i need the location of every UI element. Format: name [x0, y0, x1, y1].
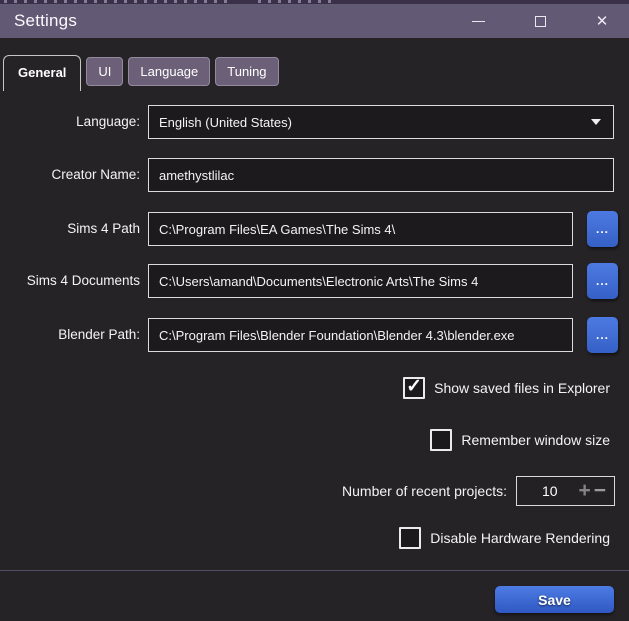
tab-tuning[interactable]: Tuning [215, 57, 279, 86]
language-label: Language: [76, 114, 140, 129]
sims4-documents-label: Sims 4 Documents [26, 273, 140, 288]
sims4-path-input[interactable] [148, 212, 573, 246]
background-text-remnant [4, 0, 229, 3]
sims4-path-label: Sims 4 Path [67, 221, 140, 236]
increment-icon[interactable]: + [578, 478, 590, 504]
show-saved-files-label: Show saved files in Explorer [434, 380, 610, 396]
window-title: Settings [14, 11, 78, 30]
language-select[interactable]: English (United States) [148, 105, 614, 139]
recent-projects-value[interactable]: 10 [525, 483, 574, 499]
disable-hw-rendering-checkbox-row[interactable]: ✓ Disable Hardware Rendering [399, 527, 610, 549]
language-selected-value: English (United States) [159, 114, 292, 130]
settings-window: Settings ✕ General UI Language Tuning La… [0, 0, 629, 621]
close-icon: ✕ [595, 12, 609, 30]
sims4-documents-browse-button[interactable]: ... [587, 263, 618, 299]
recent-projects-row: Number of recent projects: 10 + − [342, 476, 615, 506]
remember-window-size-label: Remember window size [461, 432, 610, 448]
titlebar: Settings ✕ [0, 4, 629, 38]
minimize-icon [471, 20, 485, 22]
creator-name-input[interactable] [148, 158, 614, 192]
recent-projects-stepper[interactable]: 10 + − [516, 476, 615, 506]
disable-hw-rendering-label: Disable Hardware Rendering [430, 530, 610, 546]
sims4-documents-input[interactable] [148, 264, 573, 298]
disable-hw-rendering-checkbox[interactable]: ✓ [399, 527, 422, 549]
background-text-remnant [258, 0, 338, 3]
footer-divider [0, 570, 629, 571]
remember-window-size-checkbox-row[interactable]: ✓ Remember window size [430, 429, 610, 451]
show-saved-files-checkbox[interactable]: ✓ [403, 376, 426, 399]
window-controls: ✕ [456, 4, 624, 38]
creator-name-label: Creator Name: [51, 167, 140, 182]
tab-language[interactable]: Language [128, 57, 211, 86]
blender-path-label: Blender Path: [58, 327, 140, 342]
decrement-icon[interactable]: − [594, 478, 606, 504]
minimize-button[interactable] [456, 4, 500, 38]
dropdown-arrow-icon [591, 119, 601, 125]
close-button[interactable]: ✕ [580, 4, 624, 38]
save-button[interactable]: Save [495, 586, 614, 613]
tab-ui[interactable]: UI [86, 57, 124, 86]
blender-path-browse-button[interactable]: ... [587, 317, 618, 353]
tab-general[interactable]: General [3, 55, 82, 91]
show-saved-files-checkbox-row[interactable]: ✓ Show saved files in Explorer [403, 376, 610, 399]
maximize-button[interactable] [518, 4, 562, 38]
blender-path-input[interactable] [148, 318, 573, 352]
remember-window-size-checkbox[interactable]: ✓ [430, 429, 453, 451]
maximize-icon [534, 15, 546, 27]
recent-projects-label: Number of recent projects: [342, 483, 507, 499]
sims4-path-browse-button[interactable]: ... [587, 211, 618, 247]
tab-bar: General UI Language Tuning [3, 55, 279, 91]
check-icon: ✓ [406, 376, 423, 397]
